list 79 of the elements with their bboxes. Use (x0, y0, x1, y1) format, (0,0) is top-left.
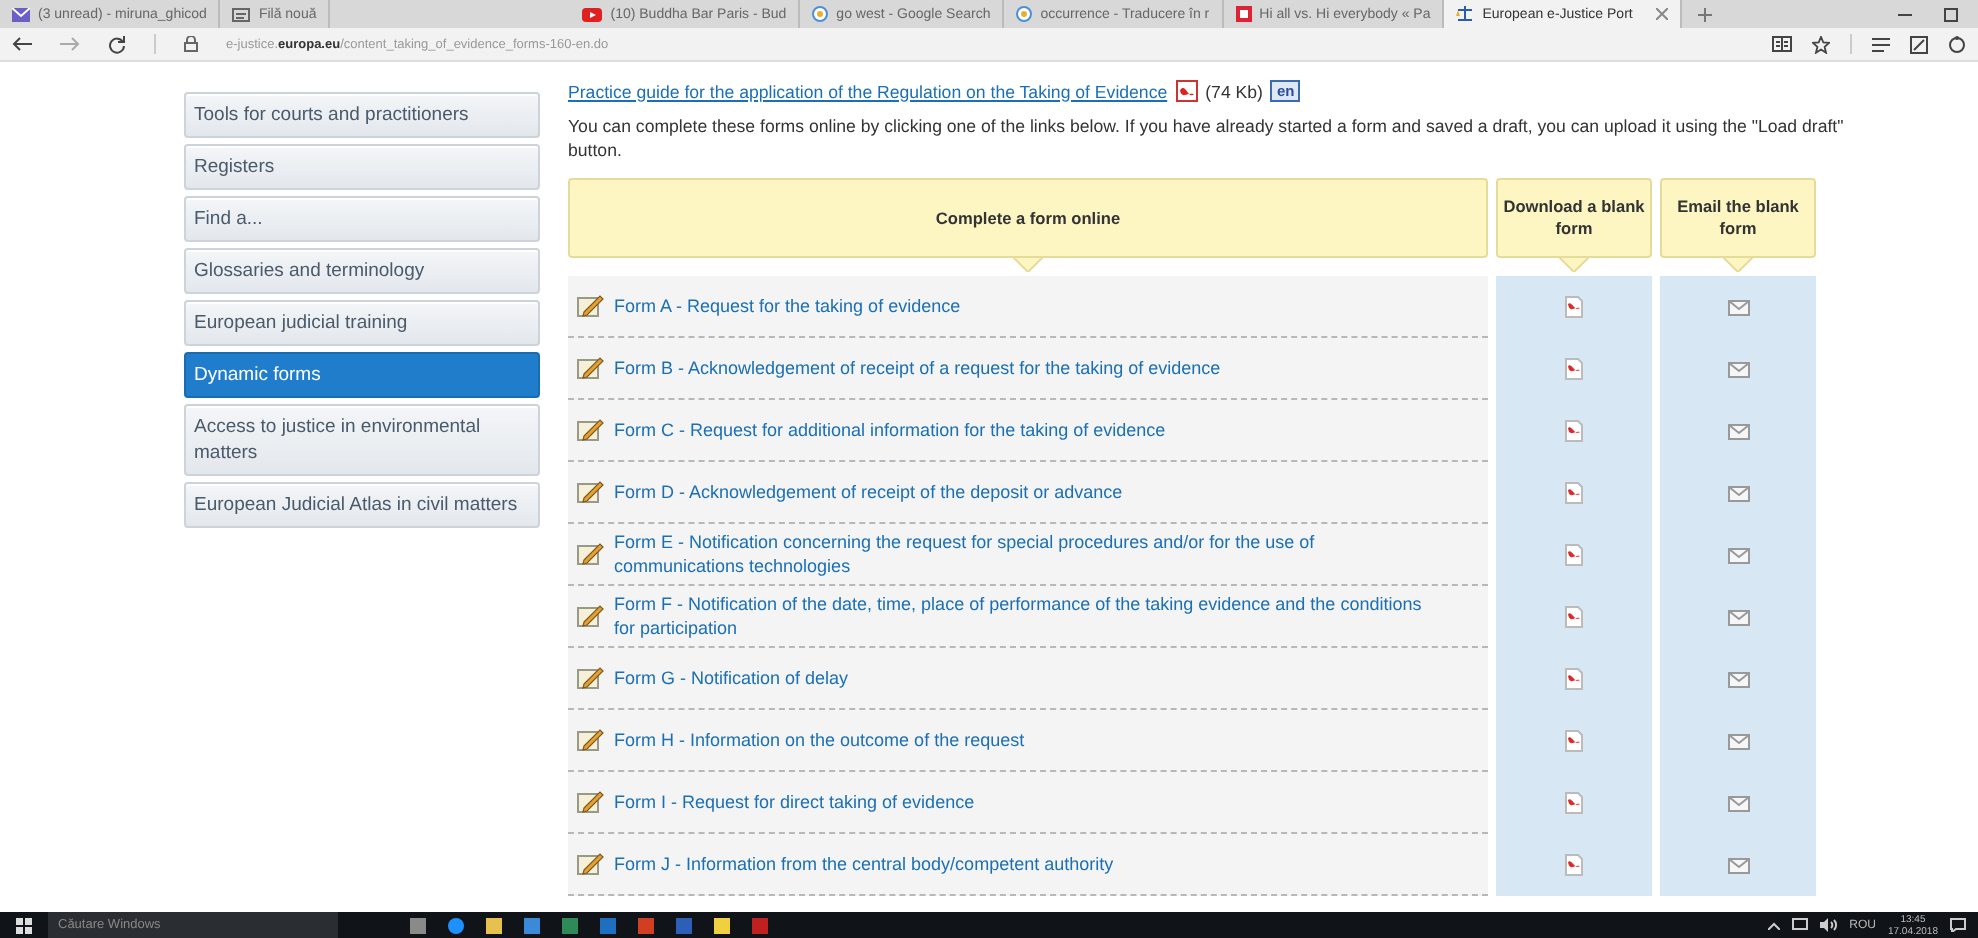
edit-icon (576, 480, 604, 504)
maximize-icon[interactable] (1944, 7, 1958, 21)
edit-icon (576, 790, 604, 814)
mail-icon[interactable] (1727, 609, 1749, 625)
sidebar-item[interactable]: Glossaries and terminology (184, 248, 540, 294)
guide-link[interactable]: Practice guide for the application of the Regulation on the Taking of Evidence (568, 81, 1168, 101)
close-icon[interactable] (1656, 8, 1669, 20)
file-size: (74 Kb) (1205, 81, 1263, 101)
video-icon (582, 7, 603, 21)
column-header: Email the blank form (1660, 178, 1816, 258)
pen-icon[interactable] (1910, 35, 1928, 53)
pdf-download-icon[interactable] (1564, 854, 1584, 876)
menu-icon[interactable] (1872, 37, 1890, 51)
notification-icon[interactable] (1950, 918, 1966, 932)
network-icon[interactable] (1791, 918, 1808, 932)
sidebar-item[interactable]: Registers (184, 144, 540, 190)
star-icon[interactable] (1812, 35, 1830, 53)
sidebar-item[interactable]: Tools for courts and practitioners (184, 92, 540, 138)
pdf-download-icon[interactable] (1564, 358, 1584, 380)
pdf-icon (1175, 80, 1198, 102)
pdf-download-icon[interactable] (1564, 668, 1584, 690)
pdf-download-icon[interactable] (1564, 420, 1584, 442)
sidebar-item[interactable]: Access to justice in environmental matters (184, 404, 540, 476)
mail-icon[interactable] (1727, 795, 1749, 811)
form-link[interactable]: Form A - Request for the taking of evidence (614, 294, 961, 318)
globe-icon (812, 6, 829, 22)
mail-icon[interactable] (1727, 547, 1749, 563)
callout-pointer (1722, 256, 1754, 272)
app-icon[interactable] (524, 917, 540, 933)
pdf-download-icon[interactable] (1564, 296, 1584, 318)
mail-icon[interactable] (1727, 671, 1749, 687)
pdf-download-icon[interactable] (1564, 792, 1584, 814)
app-icon[interactable] (486, 917, 502, 933)
form-link[interactable]: Form H - Information on the outcome of the request (614, 728, 1025, 752)
edit-icon (576, 294, 604, 318)
edit-icon (576, 542, 604, 566)
intro-text: You can complete these forms online by clicking one of the links below. If you have already started a form and saved a draft, you can upload it using the "Load draft" button. (568, 114, 1846, 162)
page-icon (1235, 6, 1252, 22)
mail-icon[interactable] (1727, 299, 1749, 315)
edit-icon (576, 604, 604, 628)
edit-icon (576, 852, 604, 876)
column-header: Complete a form online (568, 178, 1488, 258)
back-icon[interactable] (12, 36, 32, 52)
pdf-download-icon[interactable] (1564, 606, 1584, 628)
edit-icon (576, 666, 604, 690)
edit-icon (576, 728, 604, 752)
lock-icon (184, 36, 198, 52)
pdf-download-icon[interactable] (1564, 730, 1584, 752)
callout-pointer (1558, 256, 1590, 272)
page-icon (232, 7, 251, 21)
chevron-icon[interactable] (1767, 921, 1780, 929)
app-icon[interactable] (448, 917, 464, 933)
edit-icon (576, 356, 604, 380)
sidebar-item[interactable]: European Judicial Atlas in civil matters (184, 482, 540, 528)
edit-icon (576, 418, 604, 442)
book-icon[interactable] (1772, 36, 1792, 52)
refresh-icon[interactable] (108, 35, 126, 53)
globe-icon (1016, 6, 1033, 22)
minimize-icon[interactable] (1898, 13, 1912, 15)
sidebar-item[interactable]: European judicial training (184, 300, 540, 346)
column-header: Download a blank form (1496, 178, 1652, 258)
form-link[interactable]: Form G - Notification of delay (614, 666, 849, 690)
pdf-download-icon[interactable] (1564, 544, 1584, 566)
mail-icon[interactable] (1727, 485, 1749, 501)
sidebar-item[interactable]: Find a... (184, 196, 540, 242)
scales-icon (1456, 6, 1475, 22)
pdf-download-icon[interactable] (1564, 482, 1584, 504)
mail-icon[interactable] (1727, 857, 1749, 873)
app-icon[interactable] (410, 917, 426, 933)
speaker-icon[interactable] (1819, 918, 1838, 932)
app-icon[interactable] (714, 917, 730, 933)
callout-pointer (1012, 256, 1044, 272)
mail-icon (12, 7, 30, 21)
sidebar-item[interactable]: Dynamic forms (184, 352, 540, 398)
form-link[interactable]: Form I - Request for direct taking of evidence (614, 790, 975, 814)
windows-logo-icon[interactable] (16, 917, 32, 933)
mail-icon[interactable] (1727, 423, 1749, 439)
mail-icon[interactable] (1727, 733, 1749, 749)
mail-icon[interactable] (1727, 361, 1749, 377)
